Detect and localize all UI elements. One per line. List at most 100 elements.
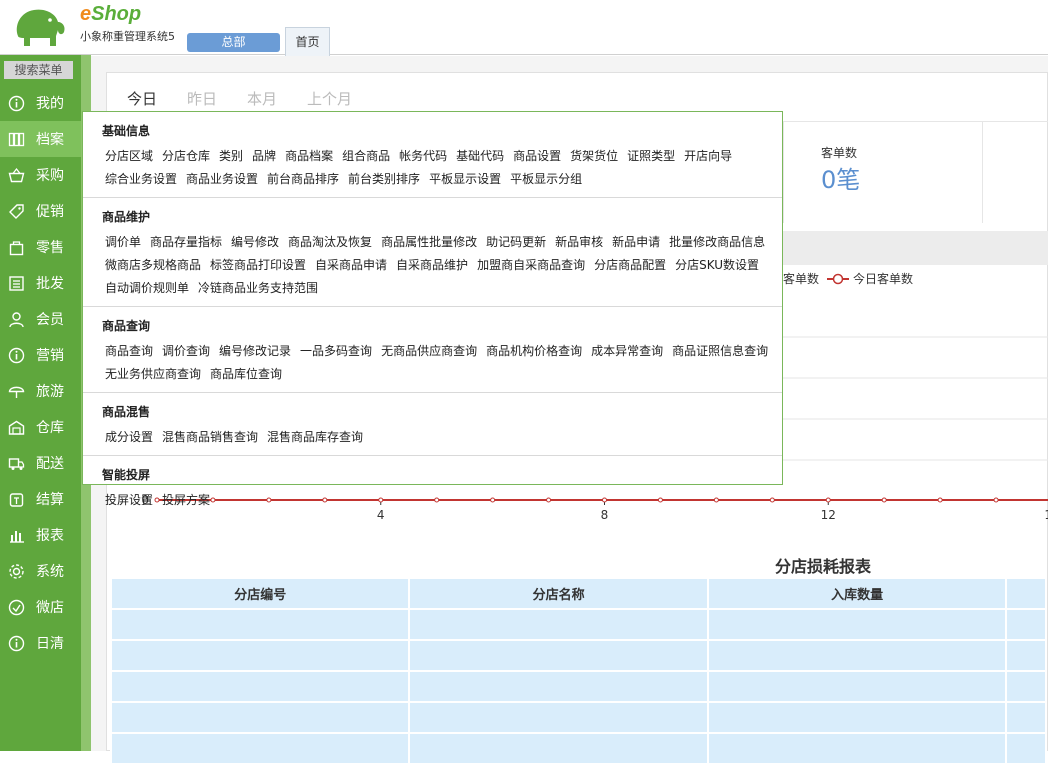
sidebar-item-7[interactable]: 营销 (0, 337, 81, 373)
report-title: 分店损耗报表 (775, 557, 872, 576)
menu-link[interactable]: 商品证照信息查询 (672, 340, 768, 363)
menu-link[interactable]: 自采商品维护 (396, 254, 468, 277)
menu-link[interactable]: 分店商品配置 (594, 254, 666, 277)
sidebar-item-4[interactable]: 零售 (0, 229, 81, 265)
table-cell (706, 670, 1008, 703)
menu-link[interactable]: 批量修改商品信息 (669, 231, 765, 254)
menu-link[interactable]: 平板显示分组 (510, 168, 582, 191)
menu-section-title: 商品维护 (102, 210, 151, 224)
sidebar-item-0[interactable]: 我的 (0, 85, 81, 121)
sidebar-item-label: 采购 (36, 168, 64, 184)
menu-link[interactable]: 组合商品 (342, 145, 390, 168)
menu-link[interactable]: 前台类别排序 (348, 168, 420, 191)
sidebar-item-15[interactable]: 日清 (0, 625, 81, 661)
menu-link[interactable]: 成本异常查询 (591, 340, 663, 363)
menu-link[interactable]: 商品属性批量修改 (381, 231, 477, 254)
basket-icon (8, 167, 25, 182)
table-row (109, 732, 1047, 765)
sidebar-item-6[interactable]: 会员 (0, 301, 81, 337)
menu-link[interactable]: 标签商品打印设置 (210, 254, 306, 277)
sidebar-item-1[interactable]: 档案 (0, 121, 81, 157)
tab-yesterday[interactable]: 昨日 (187, 88, 217, 109)
search-menu-button[interactable]: 搜索菜单 (4, 61, 73, 79)
headquarters-button[interactable]: 总部 (187, 33, 280, 52)
menu-section-title: 商品查询 (102, 319, 151, 333)
menu-link[interactable]: 调价单 (105, 231, 141, 254)
x-tick-label: 16 (1044, 508, 1048, 522)
legend-today[interactable]: 今日客单数 (827, 270, 913, 287)
tag-icon (9, 203, 24, 219)
legend-prev[interactable]: 客单数 (783, 270, 819, 287)
menu-link[interactable]: 无商品供应商查询 (381, 340, 477, 363)
menu-link[interactable]: 前台商品排序 (267, 168, 339, 191)
menu-link[interactable]: 开店向导 (684, 145, 732, 168)
menu-link[interactable]: 分店区域 (105, 145, 153, 168)
sidebar-item-8[interactable]: 旅游 (0, 373, 81, 409)
menu-link[interactable]: 新品审核 (555, 231, 603, 254)
sidebar-item-13[interactable]: 系统 (0, 553, 81, 589)
menu-link[interactable]: 投屏设置 (105, 489, 153, 512)
menu-link[interactable]: 商品档案 (285, 145, 333, 168)
sidebar-item-10[interactable]: 配送 (0, 445, 81, 481)
col-store-code[interactable]: 分店编号 (109, 577, 411, 610)
menu-link[interactable]: 助记码更新 (486, 231, 546, 254)
menu-link[interactable]: 冷链商品业务支持范围 (198, 277, 318, 300)
menu-link[interactable]: 投屏方案 (162, 489, 210, 512)
menu-link[interactable]: 商品淘汰及恢复 (288, 231, 372, 254)
menu-link[interactable]: 分店仓库 (162, 145, 210, 168)
col-store-name[interactable]: 分店名称 (408, 577, 709, 610)
tab-this-month[interactable]: 本月 (247, 88, 277, 109)
sidebar-item-14[interactable]: 微店 (0, 589, 81, 625)
menu-links: 分店区域 分店仓库 类别 品牌 商品档案 组合商品 帐务代码 基础代码 商品设置 货架货位 证照类型… (102, 145, 782, 191)
sidebar-item-5[interactable]: 批发 (0, 265, 81, 301)
menu-link[interactable]: 自采商品申请 (315, 254, 387, 277)
chart-legend: 客单数 今日客单数 (783, 270, 913, 287)
table-cell (706, 701, 1008, 734)
sidebar-item-label: 系统 (36, 564, 64, 580)
menu-link[interactable]: 基础代码 (456, 145, 504, 168)
menu-link[interactable]: 商品查询 (105, 340, 153, 363)
menu-link[interactable]: 微商店多规格商品 (105, 254, 201, 277)
menu-link[interactable]: 商品设置 (513, 145, 561, 168)
menu-link[interactable]: 新品申请 (612, 231, 660, 254)
col-inbound-qty[interactable]: 入库数量 (706, 577, 1008, 610)
menu-link[interactable]: 混售商品库存查询 (267, 426, 363, 449)
menu-link[interactable]: 商品库位查询 (210, 363, 282, 386)
menu-link[interactable]: 加盟商自采商品查询 (477, 254, 585, 277)
menu-link[interactable]: 商品存量指标 (150, 231, 222, 254)
menu-link[interactable]: 编号修改 (231, 231, 279, 254)
menu-link[interactable]: 证照类型 (627, 145, 675, 168)
sidebar-item-11[interactable]: 结算 (0, 481, 81, 517)
menu-link[interactable]: 帐务代码 (399, 145, 447, 168)
menu-link[interactable]: 无业务供应商查询 (105, 363, 201, 386)
sidebar-item-label: 我的 (36, 96, 64, 112)
sidebar-item-label: 报表 (36, 528, 64, 544)
sidebar-item-9[interactable]: 仓库 (0, 409, 81, 445)
menu-link[interactable]: 平板显示设置 (429, 168, 501, 191)
menu-section: 商品查询 商品查询 调价查询 编号修改记录 一品多码查询 无商品供应商查询 商品机构价格查询… (83, 307, 782, 393)
table-row (109, 608, 1047, 641)
menu-link[interactable]: 综合业务设置 (105, 168, 177, 191)
menu-link[interactable]: 混售商品销售查询 (162, 426, 258, 449)
table-cell (706, 732, 1008, 765)
menu-link[interactable]: 分店SKU数设置 (675, 254, 759, 277)
tab-home[interactable]: 首页 (285, 27, 330, 56)
menu-link[interactable]: 商品机构价格查询 (486, 340, 582, 363)
menu-link[interactable]: 商品业务设置 (186, 168, 258, 191)
menu-link[interactable]: 类别 (219, 145, 243, 168)
menu-link[interactable]: 编号修改记录 (219, 340, 291, 363)
menu-link[interactable]: 自动调价规则单 (105, 277, 189, 300)
tab-last-month[interactable]: 上个月 (307, 88, 352, 109)
sidebar-item-3[interactable]: 促销 (0, 193, 81, 229)
stat-label: 客单数 (821, 146, 858, 160)
menu-link[interactable]: 成分设置 (105, 426, 153, 449)
tab-today[interactable]: 今日 (127, 88, 157, 109)
menu-link[interactable]: 调价查询 (162, 340, 210, 363)
sidebar-item-2[interactable]: 采购 (0, 157, 81, 193)
sidebar-item-12[interactable]: 报表 (0, 517, 81, 553)
menu-link[interactable]: 一品多码查询 (300, 340, 372, 363)
day-tabs: 今日 昨日 本月 上个月 (127, 88, 352, 109)
wholesale-icon (9, 275, 24, 291)
menu-link[interactable]: 品牌 (252, 145, 276, 168)
menu-link[interactable]: 货架货位 (570, 145, 618, 168)
